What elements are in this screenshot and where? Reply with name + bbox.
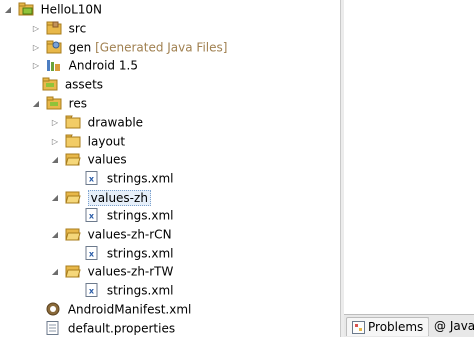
tree-item-label: layout bbox=[87, 134, 126, 149]
generated-decoration: [Generated Java Files] bbox=[95, 40, 228, 55]
text-file-icon bbox=[46, 320, 59, 335]
collapse-icon[interactable]: ◢ bbox=[2, 1, 14, 19]
svg-text:x: x bbox=[89, 211, 95, 220]
tab-problems[interactable]: Problems bbox=[346, 317, 430, 336]
tree-item-strings-xml[interactable]: x strings.xml bbox=[84, 281, 173, 299]
tree-item-label: AndroidManifest.xml bbox=[67, 302, 192, 317]
collapse-icon[interactable]: ◢ bbox=[49, 263, 61, 281]
library-icon bbox=[46, 59, 60, 71]
tree-item-label: values-zh-rTW bbox=[87, 264, 174, 279]
xml-file-icon: x bbox=[85, 207, 98, 222]
tree-item-label: drawable bbox=[87, 115, 144, 130]
expand-icon[interactable]: ▷ bbox=[30, 39, 42, 57]
editor-area: Problems @ Javac bbox=[344, 0, 474, 337]
tree-item-label: HelloL10N bbox=[40, 2, 103, 17]
folder-icon bbox=[65, 115, 81, 128]
android-manifest-icon bbox=[46, 302, 60, 315]
tree-item-values-zh-rtw[interactable]: ◢ values-zh-rTW bbox=[49, 262, 173, 280]
tree-item-values[interactable]: ◢ values bbox=[49, 150, 127, 168]
tree-item-default-properties[interactable]: default.properties bbox=[45, 319, 175, 337]
tree-item-label: default.properties bbox=[67, 321, 176, 336]
problems-icon bbox=[352, 321, 365, 334]
tree-item-assets[interactable]: assets bbox=[42, 75, 103, 93]
bottom-tab-bar: Problems @ Javac bbox=[344, 314, 474, 337]
package-explorer: ◢ HelloL10N ▷ src ▷ gen [Generated Java … bbox=[0, 0, 340, 337]
tree-item-src[interactable]: ▷ src bbox=[30, 19, 86, 37]
expand-icon[interactable]: ▷ bbox=[49, 133, 61, 151]
tree-item-layout[interactable]: ▷ layout bbox=[49, 132, 125, 150]
xml-file-icon: x bbox=[85, 282, 98, 297]
tree-item-values-zh-rcn[interactable]: ◢ values-zh-rCN bbox=[49, 225, 172, 243]
tree-item-label: res bbox=[68, 96, 87, 111]
xml-file-icon: x bbox=[85, 245, 98, 260]
collapse-icon[interactable]: ◢ bbox=[49, 226, 61, 244]
tree-item-label: strings.xml bbox=[106, 246, 174, 261]
folder-open-icon bbox=[65, 153, 81, 165]
tree-item-res[interactable]: ◢ res bbox=[30, 94, 87, 112]
tree-item-values-zh[interactable]: ◢ values-zh bbox=[49, 188, 151, 206]
tree-item-label: values-zh bbox=[87, 189, 151, 206]
folder-icon bbox=[46, 96, 62, 109]
tree-item-label: strings.xml bbox=[106, 208, 174, 223]
tree-item-drawable[interactable]: ▷ drawable bbox=[49, 113, 143, 131]
tree-item-label: strings.xml bbox=[106, 171, 174, 186]
generated-folder-icon bbox=[46, 40, 62, 53]
tree-item-project[interactable]: ◢ HelloL10N bbox=[2, 0, 102, 18]
collapse-icon[interactable]: ◢ bbox=[49, 189, 61, 207]
svg-text:x: x bbox=[89, 249, 95, 258]
folder-icon bbox=[65, 134, 81, 147]
tree-item-label: src bbox=[68, 21, 87, 36]
tree-item-label: values-zh-rCN bbox=[87, 227, 172, 242]
tree-item-android-manifest[interactable]: AndroidManifest.xml bbox=[45, 300, 191, 318]
tree-item-gen[interactable]: ▷ gen [Generated Java Files] bbox=[30, 38, 227, 56]
xml-file-icon: x bbox=[85, 170, 98, 185]
tree-item-label: gen bbox=[68, 40, 92, 55]
tree-item-strings-xml[interactable]: x strings.xml bbox=[84, 244, 173, 262]
folder-open-icon bbox=[65, 191, 81, 203]
collapse-icon[interactable]: ◢ bbox=[30, 95, 42, 113]
tree-item-label: assets bbox=[64, 77, 104, 92]
tab-javadoc[interactable]: @ Javac bbox=[428, 317, 474, 335]
collapse-icon[interactable]: ◢ bbox=[49, 151, 61, 169]
tree-item-android-library[interactable]: ▷ Android 1.5 bbox=[30, 56, 138, 74]
expand-icon[interactable]: ▷ bbox=[49, 114, 61, 132]
tab-javadoc-label: @ Javac bbox=[434, 319, 474, 333]
android-project-icon bbox=[18, 2, 34, 15]
svg-text:x: x bbox=[89, 286, 95, 295]
tree-item-strings-xml[interactable]: x strings.xml bbox=[84, 206, 173, 224]
folder-icon bbox=[42, 77, 58, 90]
expand-icon[interactable]: ▷ bbox=[30, 20, 42, 38]
tree-item-strings-xml[interactable]: x strings.xml bbox=[84, 169, 173, 187]
svg-text:x: x bbox=[89, 174, 95, 183]
folder-open-icon bbox=[65, 265, 81, 277]
source-folder-icon bbox=[46, 21, 62, 34]
tree-item-label: strings.xml bbox=[106, 283, 174, 298]
expand-icon[interactable]: ▷ bbox=[30, 57, 42, 75]
tree-item-label: values bbox=[87, 152, 127, 167]
tab-problems-label: Problems bbox=[368, 320, 424, 334]
tree-item-label: Android 1.5 bbox=[68, 58, 138, 73]
folder-open-icon bbox=[65, 228, 81, 240]
